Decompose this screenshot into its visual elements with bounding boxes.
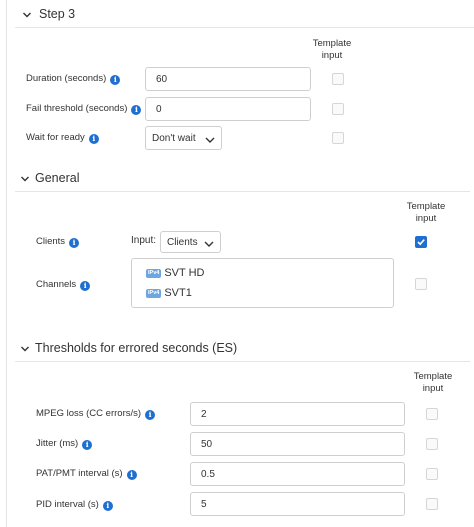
ipv4-badge: IPv4	[146, 268, 162, 278]
ipv4-badge: IPv4	[146, 288, 162, 298]
field-label: Channels i	[36, 279, 91, 291]
pat-pmt-interval-input[interactable]: 0.5	[190, 462, 405, 486]
field-label: PID interval (s) i	[36, 499, 113, 511]
template-checkbox[interactable]	[415, 236, 427, 248]
info-icon[interactable]: i	[145, 410, 156, 420]
info-icon[interactable]: i	[110, 75, 121, 85]
template-checkbox[interactable]	[426, 408, 438, 420]
template-checkbox[interactable]	[332, 103, 344, 115]
template-input-header: Template input	[312, 38, 352, 61]
chevron-down-icon	[204, 239, 214, 247]
jitter-input[interactable]: 50	[190, 432, 405, 456]
template-checkbox[interactable]	[332, 73, 344, 85]
template-checkbox[interactable]	[426, 468, 438, 480]
channel-item[interactable]: IPv4 SVT HD	[146, 267, 204, 279]
channel-item[interactable]: IPv4 SVT1	[146, 287, 192, 299]
field-label: MPEG loss (CC errors/s) i	[36, 408, 156, 420]
channel-name: SVT1	[164, 287, 192, 299]
template-input-header: Template input	[413, 371, 453, 394]
section-title-thresholds[interactable]: Thresholds for errored seconds (ES)	[35, 341, 237, 355]
channels-list[interactable]: IPv4 SVT HD IPv4 SVT1	[131, 258, 394, 308]
mpeg-loss-input[interactable]: 2	[190, 402, 405, 426]
template-input-header: Template input	[406, 201, 446, 224]
wait-for-ready-select[interactable]: Don't wait	[145, 126, 222, 150]
template-checkbox[interactable]	[426, 438, 438, 450]
field-label: Fail threshold (seconds) i	[26, 103, 142, 115]
chevron-down-icon[interactable]	[20, 344, 30, 354]
field-label: PAT/PMT interval (s) i	[36, 468, 137, 480]
section-title-general[interactable]: General	[35, 171, 79, 185]
info-icon[interactable]: i	[69, 238, 80, 248]
duration-input[interactable]: 60	[145, 67, 311, 91]
field-label: Jitter (ms) i	[36, 438, 93, 450]
check-icon	[417, 239, 425, 246]
template-checkbox[interactable]	[415, 278, 427, 290]
chevron-down-icon[interactable]	[22, 10, 32, 20]
template-checkbox[interactable]	[332, 132, 344, 144]
input-label: Input:	[131, 235, 157, 246]
info-icon[interactable]: i	[82, 440, 93, 450]
left-border	[6, 0, 7, 527]
section-title-step3[interactable]: Step 3	[39, 7, 75, 21]
info-icon[interactable]: i	[102, 501, 113, 511]
channel-name: SVT HD	[164, 267, 205, 279]
pid-interval-input[interactable]: 5	[190, 492, 405, 516]
field-label: Wait for ready i	[26, 132, 99, 144]
divider	[15, 361, 470, 362]
divider	[15, 27, 474, 28]
clients-select[interactable]: Clients	[160, 231, 221, 253]
chevron-down-icon	[205, 135, 215, 143]
info-icon[interactable]: i	[88, 134, 99, 144]
info-icon[interactable]: i	[131, 105, 142, 115]
field-label: Duration (seconds) i	[26, 73, 121, 85]
info-icon[interactable]: i	[126, 470, 137, 480]
divider	[15, 191, 470, 192]
template-checkbox[interactable]	[426, 498, 438, 510]
fail-threshold-input[interactable]: 0	[145, 97, 311, 121]
info-icon[interactable]: i	[80, 281, 91, 291]
chevron-down-icon[interactable]	[20, 174, 30, 184]
field-label: Clients i	[36, 236, 80, 248]
